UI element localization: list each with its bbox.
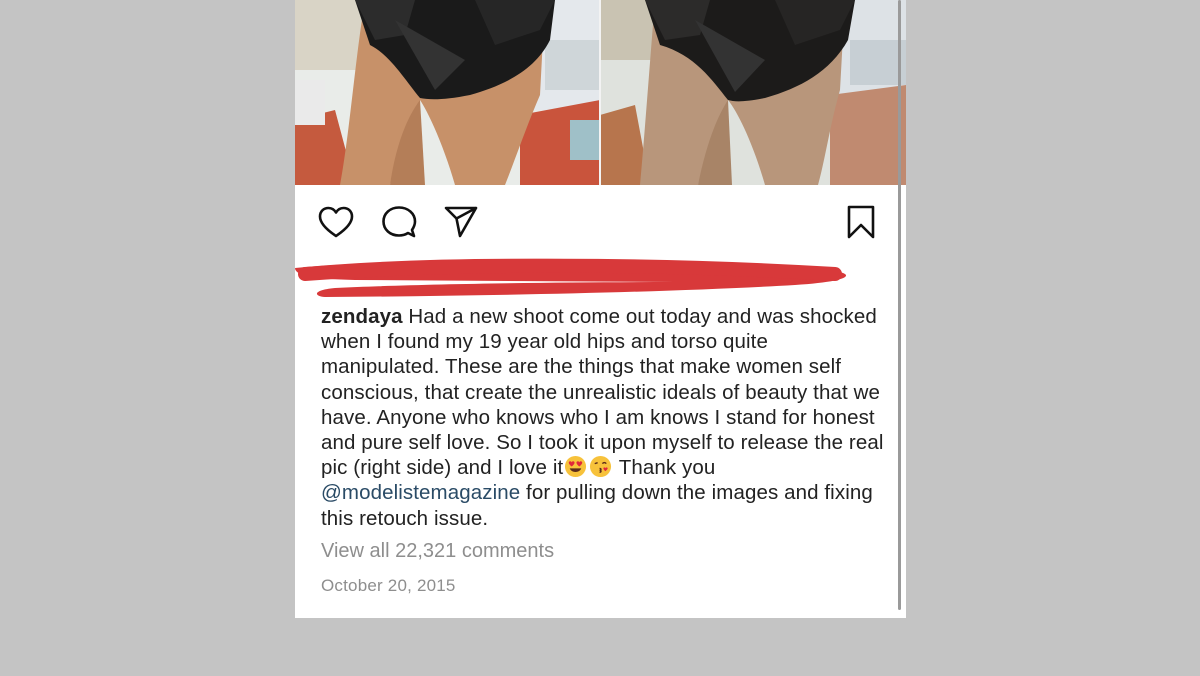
share-button[interactable] xyxy=(441,202,481,242)
photo-divider xyxy=(599,0,601,185)
instagram-post-card: zendaya Had a new shoot come out today a… xyxy=(295,0,906,618)
comment-bubble-icon xyxy=(382,206,417,238)
kissing-face-emoji-icon xyxy=(589,455,612,478)
original-photo-image[interactable] xyxy=(600,0,906,185)
comment-button[interactable] xyxy=(379,202,419,242)
heart-eyes-emoji-icon xyxy=(564,455,587,478)
heart-icon xyxy=(318,206,354,238)
caption-text: Had a new shoot come out today and was s… xyxy=(321,305,884,480)
red-redaction-mark xyxy=(295,258,847,297)
redacted-likes-scribble xyxy=(295,252,906,302)
post-caption: zendaya Had a new shoot come out today a… xyxy=(321,304,891,531)
post-image-row[interactable] xyxy=(295,0,906,185)
caption-text-thanks: Thank you xyxy=(613,456,716,480)
post-date: October 20, 2015 xyxy=(321,576,456,595)
edited-photo-image[interactable] xyxy=(295,0,600,185)
edited-photo-art xyxy=(295,0,600,185)
like-button[interactable] xyxy=(316,202,356,242)
original-photo-art xyxy=(600,0,906,185)
scrollbar[interactable] xyxy=(898,0,901,610)
save-button[interactable] xyxy=(841,202,881,242)
post-action-bar xyxy=(295,192,906,252)
mention-link[interactable]: @modelistemagazine xyxy=(321,481,520,504)
caption-username[interactable]: zendaya xyxy=(321,305,403,328)
paper-plane-icon xyxy=(444,206,478,238)
bookmark-icon xyxy=(847,205,875,239)
view-all-comments-link[interactable]: View all 22,321 comments xyxy=(321,540,554,563)
